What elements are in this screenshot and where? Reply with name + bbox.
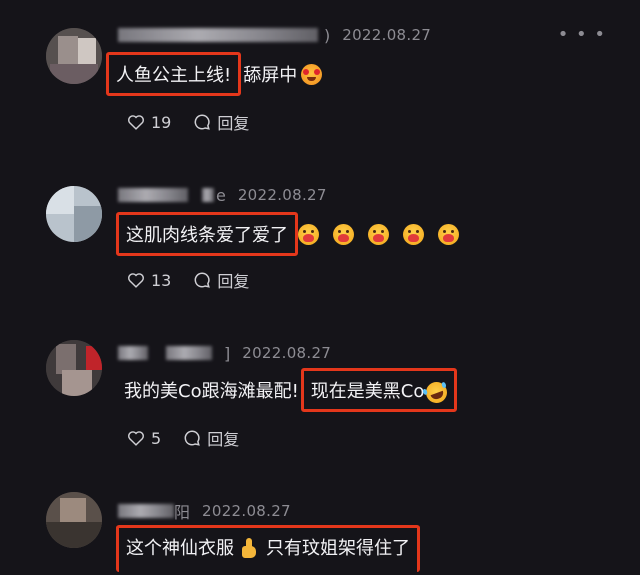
hugging-face-emoji-icon (298, 223, 319, 245)
comment-text: 我的美Co跟海滩最配! 现在是美黑Co (118, 368, 458, 412)
highlight-box: 这肌肉线条爱了爱了 (116, 212, 298, 256)
reply-icon (194, 272, 211, 288)
avatar[interactable] (46, 492, 102, 548)
comment-date: 2022.08.27 (237, 186, 327, 204)
like-button[interactable]: 13 (127, 271, 171, 290)
like-button[interactable]: 19 (127, 113, 171, 132)
comment-text-after: 舔屏中 (243, 65, 298, 86)
like-button[interactable]: 5 (127, 429, 161, 448)
like-count: 5 (151, 428, 162, 448)
hugging-face-emoji-icon (438, 223, 459, 245)
reply-label: 回复 (217, 272, 250, 291)
comment-meta: e 2022.08.27 (118, 184, 327, 206)
username-tail: 阳 (174, 503, 191, 522)
username-redacted[interactable] (118, 504, 174, 518)
comment-text: 这肌肉线条爱了爱了 (116, 212, 459, 256)
comment-date: 2022.08.27 (202, 502, 291, 520)
comment-actions: 19 回复 (127, 110, 271, 134)
heart-icon (128, 431, 144, 446)
comment-meta: ) 2022.08.27 (118, 24, 431, 46)
comment-meta: 阳 2022.08.27 (118, 500, 291, 522)
comment-date: 2022.08.27 (342, 26, 432, 44)
highlighted-text: 现在是美黑Co (310, 381, 425, 402)
star-struck-emoji-icon (301, 63, 323, 85)
username-tail: ] (224, 343, 231, 363)
like-count: 19 (151, 112, 172, 132)
username-redacted (202, 188, 214, 202)
heart-icon (128, 115, 144, 130)
hugging-face-emoji-icon (333, 223, 354, 245)
comment-text: 这个神仙衣服 只有玟姐架得住了 (116, 524, 420, 572)
username-redacted[interactable] (118, 28, 318, 42)
like-count: 13 (151, 270, 172, 290)
rolling-laughing-emoji-icon (423, 378, 451, 406)
reply-label: 回复 (207, 430, 240, 449)
avatar[interactable] (46, 28, 102, 84)
highlight-box: 现在是美黑Co (300, 368, 458, 412)
more-icon[interactable]: • • • (558, 26, 606, 44)
reply-label: 回复 (217, 114, 250, 133)
avatar[interactable] (46, 186, 102, 242)
comment-text-after: 只有玟姐架得住了 (266, 537, 410, 559)
comment-actions: 13 回复 (127, 268, 271, 292)
comment-text: 人鱼公主上线! 舔屏中 (106, 52, 323, 96)
reply-button[interactable]: 回复 (193, 268, 249, 292)
reply-icon (194, 114, 211, 130)
reply-button[interactable]: 回复 (193, 110, 249, 134)
reply-icon (184, 430, 200, 446)
avatar[interactable] (46, 340, 102, 396)
comment-actions: 5 回复 (127, 426, 261, 450)
username-tail: e (216, 185, 226, 205)
comment-text-before: 我的美Co跟海滩最配! (124, 381, 299, 402)
reply-button[interactable]: 回复 (183, 426, 239, 450)
comment-date: 2022.08.27 (242, 344, 332, 362)
thumbs-up-emoji-icon (240, 538, 260, 559)
highlight-box: 这个神仙衣服 只有玟姐架得住了 (116, 524, 420, 572)
username-tail: ) (324, 25, 331, 45)
hugging-face-emoji-icon (368, 223, 389, 245)
comment-meta: ] 2022.08.27 (118, 342, 331, 364)
heart-icon (128, 273, 144, 288)
username-redacted[interactable] (118, 188, 188, 202)
highlight-box: 人鱼公主上线! (106, 52, 242, 96)
username-redacted (166, 346, 212, 360)
highlighted-text: 这个神仙衣服 (126, 537, 234, 559)
hugging-face-emoji-icon (403, 223, 424, 245)
username-redacted[interactable] (118, 346, 148, 360)
